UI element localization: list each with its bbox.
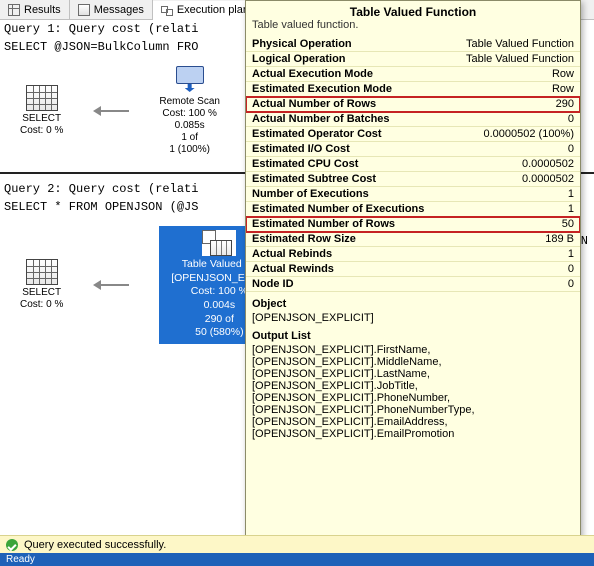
op-rows: 1 (100%) [159, 144, 220, 156]
tooltip-row: Estimated Subtree Cost 0.0000502 [246, 172, 580, 187]
tooltip-subtitle: Table valued function. [246, 19, 580, 37]
op-rows: 1 of [159, 132, 220, 144]
select-op-icon [26, 85, 58, 111]
tooltip-row-key: Physical Operation [252, 38, 352, 50]
tooltip-title: Table Valued Function [246, 1, 580, 19]
op-time: 0.085s [159, 120, 220, 132]
tab-label: Results [24, 4, 61, 16]
tooltip-output-line: [OPENJSON_EXPLICIT].EmailPromotion [246, 428, 580, 440]
tooltip-row-key: Estimated Row Size [252, 233, 356, 245]
tooltip-properties: Physical OperationTable Valued FunctionL… [246, 37, 580, 292]
tooltip-row: Physical Operation Table Valued Function [246, 37, 580, 52]
select-op-icon [26, 259, 58, 285]
tooltip-output-line: [OPENJSON_EXPLICIT].LastName, [246, 368, 580, 380]
op-label: SELECT [20, 113, 63, 125]
tooltip-row-value: 189 B [545, 233, 574, 245]
tooltip-object-label: Object [246, 292, 580, 312]
tab-execution-plan[interactable]: Execution plan [153, 1, 258, 20]
tab-label: Messages [94, 4, 144, 16]
tvf-icon [202, 230, 236, 258]
op-cost: Cost: 0 % [20, 299, 63, 311]
tooltip-row: Estimated CPU Cost 0.0000502 [246, 157, 580, 172]
tooltip-row-key: Estimated Subtree Cost [252, 173, 376, 185]
tooltip-row-key: Estimated Number of Rows [252, 218, 395, 230]
tooltip-output-line: [OPENJSON_EXPLICIT].EmailAddress, [246, 416, 580, 428]
tooltip-outputlist-label: Output List [246, 324, 580, 344]
tab-results[interactable]: Results [0, 0, 70, 19]
tooltip-row: Estimated Execution Mode Row [246, 82, 580, 97]
ready-bar: Ready [0, 553, 594, 566]
tooltip-row-key: Actual Execution Mode [252, 68, 373, 80]
tooltip-row-value: 0 [568, 143, 574, 155]
tooltip-outputlist: [OPENJSON_EXPLICIT].FirstName,[OPENJSON_… [246, 344, 580, 440]
tab-messages[interactable]: Messages [70, 0, 153, 19]
tooltip-row-key: Actual Rebinds [252, 248, 332, 260]
tooltip-output-line: [OPENJSON_EXPLICIT].PhoneNumberType, [246, 404, 580, 416]
op-cost: Cost: 0 % [20, 125, 63, 137]
tooltip-row-value: 1 [568, 248, 574, 260]
tooltip-row: Actual Rewinds 0 [246, 262, 580, 277]
tooltip-row-key: Logical Operation [252, 53, 346, 65]
tooltip-row-key: Actual Number of Batches [252, 113, 390, 125]
tooltip-row: Estimated Number of Rows 50 [246, 217, 580, 232]
tooltip-row: Number of Executions 1 [246, 187, 580, 202]
tooltip-row-value: 0.0000502 [522, 173, 574, 185]
flow-arrow-icon [93, 280, 129, 290]
tooltip-row-key: Estimated Operator Cost [252, 128, 382, 140]
tooltip-row-key: Estimated CPU Cost [252, 158, 358, 170]
exec-plan-icon [161, 4, 173, 16]
tooltip-row-value: 0 [568, 263, 574, 275]
tooltip-row-value: 0.0000502 (100%) [483, 128, 574, 140]
tooltip-output-line: [OPENJSON_EXPLICIT].JobTitle, [246, 380, 580, 392]
tooltip-row-key: Estimated Execution Mode [252, 83, 392, 95]
op-cost: Cost: 100 % [159, 108, 220, 120]
tooltip-row: Actual Number of Rows 290 [246, 97, 580, 112]
op-select[interactable]: SELECT Cost: 0 % [20, 85, 63, 137]
op-remote-scan[interactable]: Remote Scan Cost: 100 % 0.085s 1 of 1 (1… [159, 66, 220, 156]
grid-icon [8, 4, 20, 16]
tooltip-row-key: Actual Rewinds [252, 263, 334, 275]
tooltip-output-line: [OPENJSON_EXPLICIT].FirstName, [246, 344, 580, 356]
tooltip-row: Actual Execution Mode Row [246, 67, 580, 82]
tooltip-row-key: Estimated I/O Cost [252, 143, 350, 155]
tooltip-row-value: 0 [568, 113, 574, 125]
tooltip-row-key: Estimated Number of Executions [252, 203, 424, 215]
tooltip-row-value: Row [552, 68, 574, 80]
tooltip-row: Logical Operation Table Valued Function [246, 52, 580, 67]
tooltip-output-line: [OPENJSON_EXPLICIT].PhoneNumber, [246, 392, 580, 404]
tooltip-output-line: [OPENJSON_EXPLICIT].MiddleName, [246, 356, 580, 368]
tooltip-row-key: Actual Number of Rows [252, 98, 376, 110]
tooltip-object-value: [OPENJSON_EXPLICIT] [246, 312, 580, 324]
tooltip-row: Actual Number of Batches 0 [246, 112, 580, 127]
tab-label: Execution plan [177, 4, 249, 16]
flow-arrow-icon [93, 106, 129, 116]
op-select[interactable]: SELECT Cost: 0 % [20, 259, 63, 311]
tooltip-row-value: 1 [568, 188, 574, 200]
tooltip-row-value: 290 [556, 98, 574, 110]
tooltip-row-value: Table Valued Function [466, 53, 574, 65]
tooltip-row-value: 0.0000502 [522, 158, 574, 170]
tooltip-row: Node ID 0 [246, 277, 580, 292]
tooltip-row-value: 0 [568, 278, 574, 290]
tooltip-row: Estimated Row Size 189 B [246, 232, 580, 247]
messages-icon [78, 4, 90, 16]
tooltip-row: Estimated Number of Executions 1 [246, 202, 580, 217]
status-text: Query executed successfully. [24, 539, 166, 551]
tooltip-row-value: 1 [568, 203, 574, 215]
remote-scan-icon [173, 66, 207, 94]
tooltip-row: Estimated I/O Cost 0 [246, 142, 580, 157]
status-bar: Query executed successfully. [0, 535, 594, 553]
tooltip-row-value: Row [552, 83, 574, 95]
tooltip-row-value: Table Valued Function [466, 38, 574, 50]
operator-tooltip: Table Valued Function Table valued funct… [245, 0, 581, 556]
tooltip-row-value: 50 [562, 218, 574, 230]
tooltip-row: Actual Rebinds 1 [246, 247, 580, 262]
op-label: SELECT [20, 287, 63, 299]
op-label: Remote Scan [159, 96, 220, 108]
tooltip-row-key: Number of Executions [252, 188, 369, 200]
tooltip-row: Estimated Operator Cost 0.0000502 (100%) [246, 127, 580, 142]
tooltip-row-key: Node ID [252, 278, 294, 290]
success-icon [6, 539, 18, 551]
